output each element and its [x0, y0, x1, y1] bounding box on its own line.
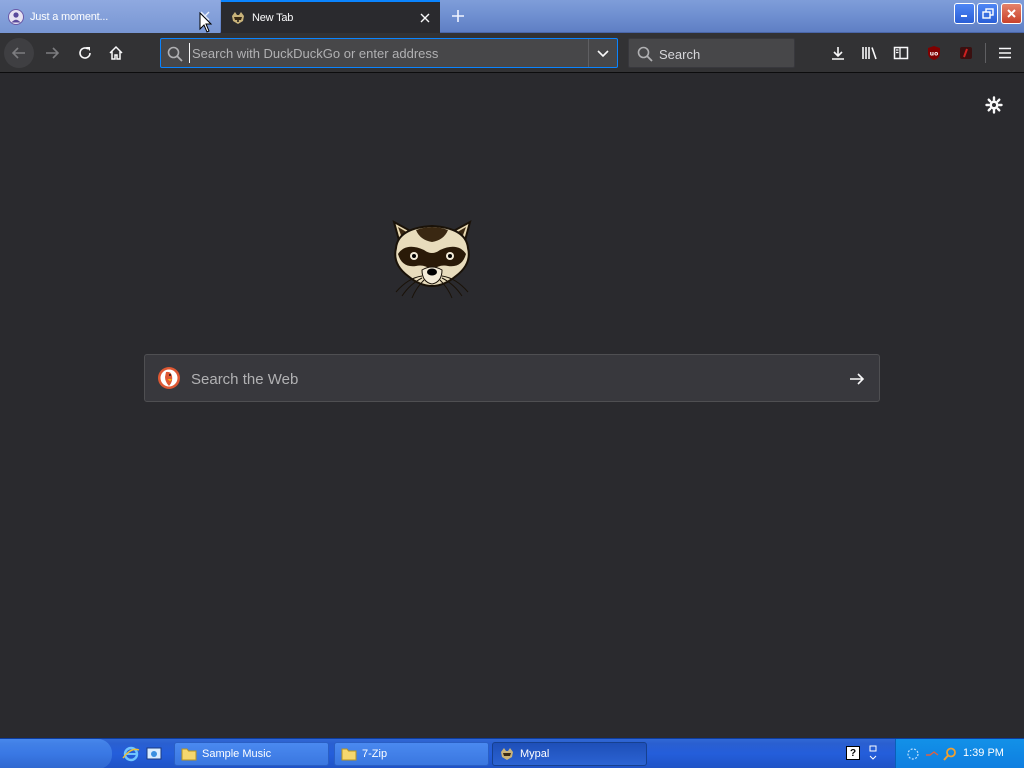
mypal-icon	[501, 748, 513, 760]
download-icon	[832, 47, 844, 60]
svg-text:uo: uo	[930, 51, 938, 58]
ublock-button[interactable]: uo	[919, 38, 949, 68]
toolbar-divider	[985, 43, 986, 63]
tray-expand-icon[interactable]	[867, 744, 879, 762]
navigation-toolbar: uo	[0, 33, 1024, 73]
main-menu-button[interactable]	[990, 38, 1020, 68]
start-button[interactable]	[0, 739, 112, 768]
window-close-button[interactable]	[1001, 3, 1022, 24]
web-search-box[interactable]	[144, 354, 880, 402]
tab-label: New Tab	[252, 11, 294, 24]
sidebar-button[interactable]	[886, 38, 916, 68]
search-icon	[166, 45, 184, 63]
internet-explorer-icon[interactable]	[122, 745, 140, 763]
network-icon[interactable]	[905, 746, 921, 762]
hamburger-menu-icon	[999, 47, 1011, 59]
search-icon[interactable]	[942, 746, 958, 762]
new-tab-page	[0, 74, 1024, 738]
mouse-cursor-icon	[199, 12, 213, 33]
folder-icon	[181, 748, 197, 761]
web-search-input[interactable]	[191, 368, 811, 390]
taskbar-item-label: Sample Music	[202, 748, 272, 760]
url-bar[interactable]	[160, 38, 618, 68]
downloads-button[interactable]	[823, 38, 853, 68]
restore-button[interactable]	[977, 3, 998, 24]
ublock-icon: uo	[928, 46, 940, 60]
url-input[interactable]	[189, 43, 584, 63]
minimize-button[interactable]	[954, 3, 975, 24]
help-icon[interactable]: ?	[846, 746, 860, 760]
extension-button[interactable]	[951, 38, 981, 68]
volume-icon[interactable]	[924, 746, 940, 762]
gear-icon[interactable]	[983, 94, 1005, 116]
reload-button[interactable]	[70, 37, 100, 69]
taskbar-item-mypal[interactable]: Mypal	[492, 742, 647, 766]
sidebar-icon	[893, 46, 909, 60]
search-icon	[636, 45, 654, 63]
show-desktop-icon[interactable]	[145, 745, 163, 763]
taskbar-item-label: Mypal	[520, 748, 550, 760]
library-icon	[862, 47, 877, 60]
arrow-right-icon[interactable]	[845, 367, 869, 391]
library-button[interactable]	[855, 38, 885, 68]
url-history-dropdown-button[interactable]	[588, 39, 617, 67]
taskbar-item-label: 7-Zip	[362, 748, 388, 760]
folder-icon	[341, 748, 357, 761]
taskbar-item-7-zip[interactable]: 7-Zip	[334, 742, 489, 766]
taskbar-item-sample-music[interactable]: Sample Music	[174, 742, 329, 766]
close-icon[interactable]	[416, 9, 434, 27]
duckduckgo-icon	[157, 366, 181, 390]
search-bar[interactable]	[628, 38, 795, 68]
clock: 1:39 PM	[963, 747, 1004, 759]
raccoon-logo	[386, 214, 478, 299]
forward-button[interactable]	[37, 37, 67, 69]
windows-taskbar: Sample Music 7-Zip Mypal ? 1:39 PM	[0, 738, 1024, 768]
chevron-down-icon	[597, 50, 609, 58]
tab-label: Just a moment...	[30, 10, 109, 23]
search-input[interactable]	[659, 44, 789, 64]
back-button[interactable]	[4, 38, 34, 68]
mypal-favicon-icon	[230, 10, 246, 26]
tab-new-tab[interactable]: New Tab	[221, 0, 440, 33]
tab-just-a-moment[interactable]: Just a moment...	[0, 0, 220, 33]
home-button[interactable]	[101, 37, 131, 69]
new-tab-button[interactable]	[446, 4, 470, 28]
tab-favicon-icon	[8, 8, 24, 25]
tab-strip: Just a moment... New Tab	[0, 0, 1024, 33]
extension-icon	[960, 47, 972, 59]
